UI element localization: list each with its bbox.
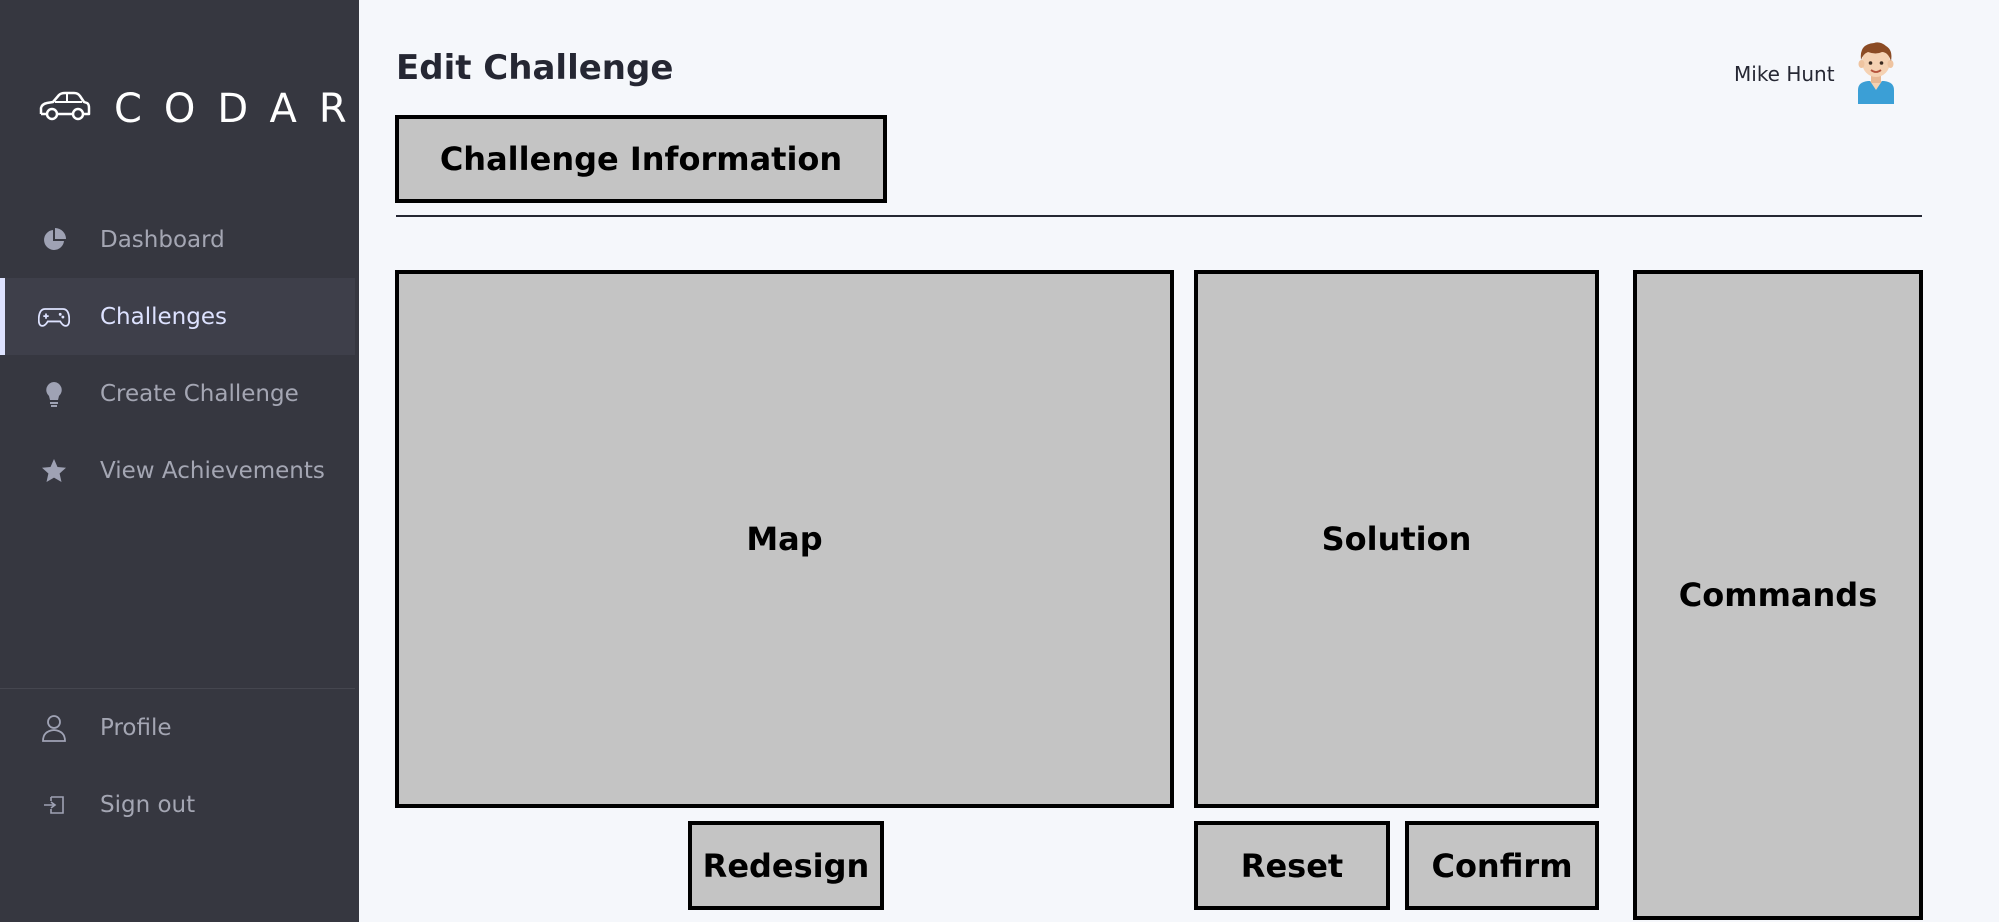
- solution-label: Solution: [1321, 520, 1472, 558]
- sidebar-item-label: Profile: [100, 714, 172, 741]
- sidebar-item-label: Challenges: [100, 303, 227, 330]
- solution-panel[interactable]: Solution: [1194, 270, 1599, 808]
- brand-name: CODAR: [114, 86, 369, 132]
- sidebar-item-challenges[interactable]: Challenges: [0, 278, 355, 355]
- redesign-button[interactable]: Redesign: [688, 821, 884, 910]
- pie-chart-icon: [38, 226, 70, 254]
- sidebar-item-view-achievements[interactable]: View Achievements: [0, 432, 355, 509]
- user-icon: [38, 714, 70, 742]
- reset-button[interactable]: Reset: [1194, 821, 1390, 910]
- redesign-label: Redesign: [702, 846, 870, 885]
- sign-out-icon: [38, 791, 70, 819]
- commands-label: Commands: [1678, 576, 1878, 614]
- sidebar-item-label: Sign out: [100, 791, 196, 818]
- page-title: Edit Challenge: [396, 48, 674, 88]
- map-panel[interactable]: Map: [395, 270, 1174, 808]
- car-icon: [38, 90, 92, 129]
- sidebar-item-create-challenge[interactable]: Create Challenge: [0, 355, 355, 432]
- sidebar-item-dashboard[interactable]: Dashboard: [0, 201, 355, 278]
- confirm-label: Confirm: [1431, 846, 1573, 885]
- challenge-information-label: Challenge Information: [439, 140, 843, 178]
- map-label: Map: [746, 520, 823, 558]
- section-divider: [396, 215, 1922, 217]
- commands-panel[interactable]: Commands: [1633, 270, 1923, 920]
- avatar[interactable]: [1846, 38, 1906, 106]
- sidebar-item-sign-out[interactable]: Sign out: [0, 766, 355, 843]
- reset-label: Reset: [1240, 846, 1344, 885]
- star-icon: [38, 457, 70, 485]
- user-name[interactable]: Mike Hunt: [1734, 62, 1835, 86]
- sidebar: CODAR Dashboard Challenges Create Challe…: [0, 0, 359, 922]
- challenge-information-button[interactable]: Challenge Information: [395, 115, 887, 203]
- sidebar-item-profile[interactable]: Profile: [0, 689, 355, 766]
- confirm-button[interactable]: Confirm: [1405, 821, 1599, 910]
- brand-logo[interactable]: CODAR: [38, 86, 369, 132]
- active-indicator: [0, 278, 5, 355]
- sidebar-item-label: Create Challenge: [100, 380, 299, 407]
- sidebar-item-label: View Achievements: [100, 457, 325, 484]
- gamepad-icon: [38, 303, 70, 331]
- lightbulb-icon: [38, 380, 70, 408]
- sidebar-item-label: Dashboard: [100, 226, 225, 253]
